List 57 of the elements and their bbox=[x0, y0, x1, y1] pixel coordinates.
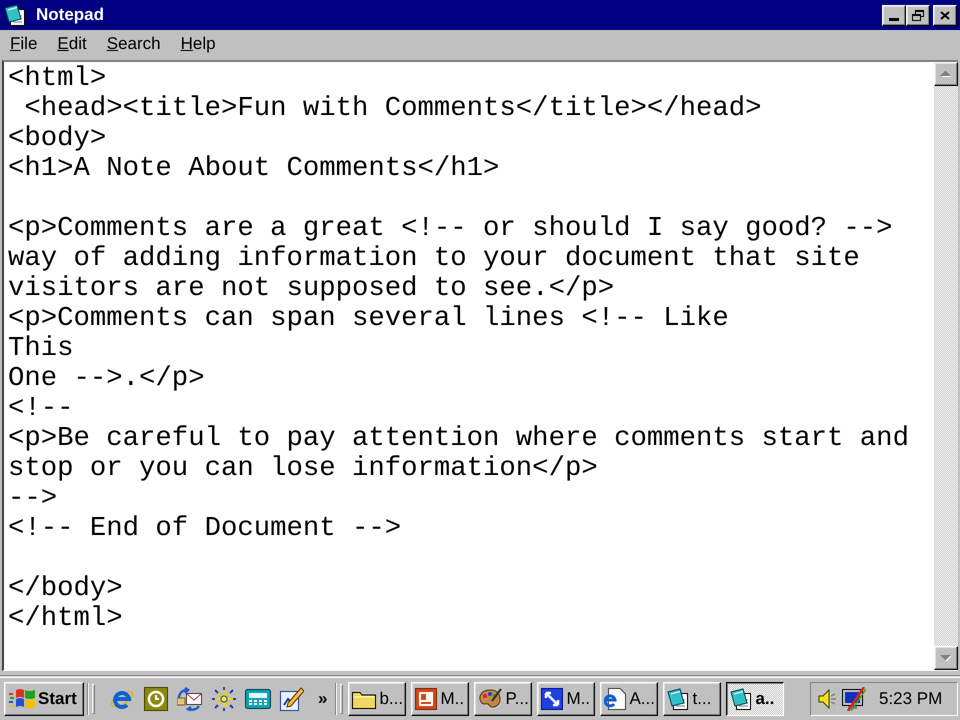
code-line: </body> bbox=[8, 574, 123, 604]
code-line: <html> bbox=[8, 64, 106, 94]
taskbar-button[interactable]: t... bbox=[663, 682, 722, 716]
palette-icon bbox=[478, 688, 502, 710]
taskbar-button[interactable]: b... bbox=[348, 682, 406, 716]
start-button[interactable]: Start bbox=[4, 682, 84, 716]
taskbar-button[interactable]: A... bbox=[600, 682, 658, 716]
up-arrow-icon bbox=[940, 70, 952, 78]
notepad-icon bbox=[730, 688, 752, 710]
close-icon bbox=[940, 10, 950, 20]
presentation-icon bbox=[415, 688, 438, 710]
envelope-arrows-icon[interactable] bbox=[177, 686, 203, 710]
code-line: <head><title>Fun with Comments</title></head> bbox=[23, 94, 762, 124]
starburst-icon[interactable] bbox=[212, 686, 236, 710]
window-title: Notepad bbox=[36, 5, 105, 25]
close-button[interactable] bbox=[933, 4, 957, 26]
arrows-tile-icon bbox=[541, 688, 564, 710]
code-line: <p>Comments can span several lines <!-- Like bbox=[8, 304, 729, 334]
taskbar-button[interactable]: P... bbox=[474, 682, 532, 716]
minimize-icon bbox=[889, 18, 899, 20]
notepad-icon bbox=[667, 688, 690, 710]
windows-flag-icon bbox=[9, 688, 35, 710]
code-line: <p>Be careful to pay attention where comments start and bbox=[8, 424, 909, 454]
code-line: stop or you can lose information</p> bbox=[8, 454, 598, 484]
code-line: </html> bbox=[8, 604, 123, 634]
code-line: One -->.</p> bbox=[8, 364, 205, 394]
code-line: This bbox=[8, 334, 74, 364]
clock-tile-icon[interactable] bbox=[144, 686, 168, 710]
code-line: <!-- End of Document --> bbox=[8, 514, 402, 544]
menu-item[interactable]: Help bbox=[170, 34, 226, 54]
code-line: visitors are not supposed to see.</p> bbox=[8, 274, 614, 304]
scroll-down-button[interactable] bbox=[934, 646, 958, 670]
keyboard-icon[interactable] bbox=[245, 688, 271, 708]
code-line: --> bbox=[8, 484, 58, 514]
code-line: <p>Comments are a great <!-- or should I say good? --> bbox=[8, 214, 893, 244]
notepad-icon bbox=[4, 4, 26, 26]
restore-icon bbox=[912, 10, 924, 20]
code-line: way of adding information to your document that site bbox=[8, 244, 860, 274]
taskbar-button[interactable]: M.. bbox=[537, 682, 596, 716]
menu-item[interactable]: Edit bbox=[47, 34, 97, 54]
monitor-icon bbox=[840, 686, 866, 710]
menu-item[interactable]: Search bbox=[96, 34, 171, 54]
minimize-button[interactable] bbox=[882, 4, 906, 26]
restore-button[interactable] bbox=[906, 4, 930, 26]
document-e-icon bbox=[604, 688, 626, 710]
code-line: <!-- bbox=[8, 394, 74, 424]
taskbar-button[interactable]: M.. bbox=[411, 682, 470, 716]
code-line: <h1>A Note About Comments</h1> bbox=[8, 154, 500, 184]
menu-item[interactable]: File bbox=[0, 34, 48, 54]
down-arrow-icon bbox=[940, 654, 952, 662]
clock: 5:23 PM bbox=[879, 688, 942, 708]
scroll-up-button[interactable] bbox=[934, 62, 958, 86]
code-line: <body> bbox=[8, 124, 106, 154]
pencil-document-icon[interactable] bbox=[280, 686, 304, 710]
more-icons-chevron[interactable]: » bbox=[318, 688, 328, 708]
taskbar-button[interactable]: a.. bbox=[726, 682, 784, 716]
speaker-icon bbox=[818, 688, 836, 710]
